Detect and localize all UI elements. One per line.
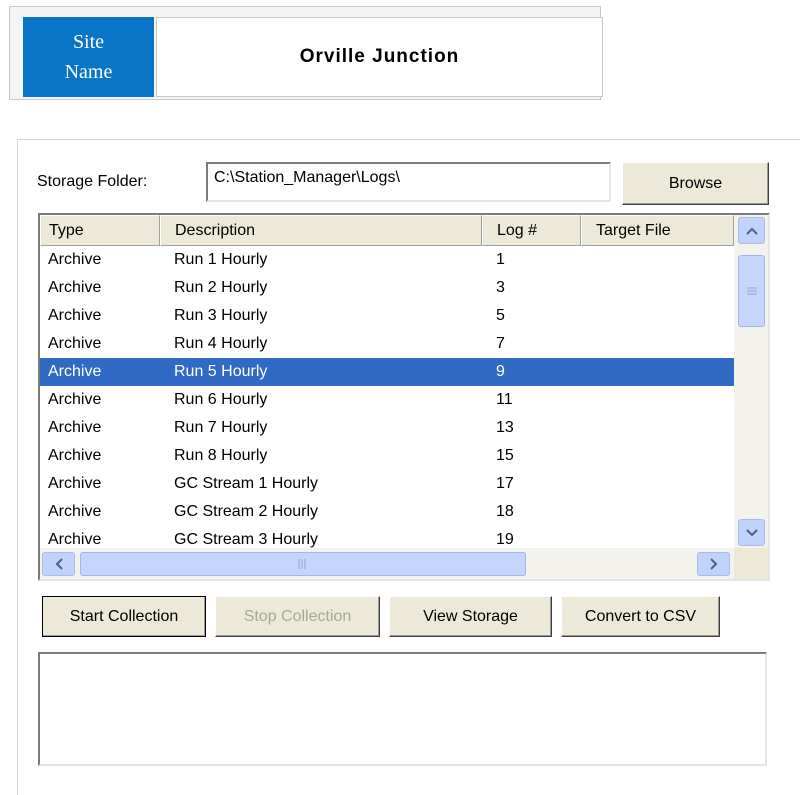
cell-description: Run 5 Hourly xyxy=(174,363,268,380)
cell-log-number: 17 xyxy=(496,475,514,492)
cell-target-file xyxy=(581,442,734,470)
scroll-down-arrow-icon[interactable] xyxy=(738,519,765,546)
table-row[interactable]: Archive Run 1 Hourly 1 xyxy=(40,246,734,274)
scroll-left-arrow-icon[interactable] xyxy=(42,552,75,576)
site-name-label: Site Name xyxy=(23,17,154,97)
stop-collection-button: Stop Collection xyxy=(215,596,380,637)
column-header-target-file[interactable]: Target File xyxy=(581,215,734,246)
vertical-scroll-thumb[interactable] xyxy=(738,255,765,327)
cell-log-number: 19 xyxy=(496,531,514,548)
cell-type: Archive xyxy=(48,419,102,436)
table-row[interactable]: Archive Run 7 Hourly 13 xyxy=(40,414,734,442)
cell-target-file xyxy=(581,274,734,302)
table-row[interactable]: Archive Run 2 Hourly 3 xyxy=(40,274,734,302)
cell-log-number: 1 xyxy=(496,251,505,268)
cell-target-file xyxy=(581,386,734,414)
column-header-description[interactable]: Description xyxy=(160,215,482,246)
cell-log-number: 3 xyxy=(496,279,505,296)
cell-type: Archive xyxy=(48,531,102,548)
cell-target-file xyxy=(581,526,734,548)
list-rows: Archive Run 1 Hourly 1 Archive Run 2 Hourly 3… xyxy=(40,246,734,548)
storage-folder-input[interactable]: C:\Station_Manager\Logs\ xyxy=(206,162,611,202)
horizontal-scroll-thumb[interactable] xyxy=(80,552,526,576)
view-storage-button[interactable]: View Storage xyxy=(389,596,552,637)
cell-target-file xyxy=(581,414,734,442)
cell-log-number: 18 xyxy=(496,503,514,520)
cell-description: Run 2 Hourly xyxy=(174,279,268,296)
scroll-up-arrow-icon[interactable] xyxy=(738,217,765,244)
scrollbar-corner xyxy=(734,548,768,579)
cell-log-number: 13 xyxy=(496,419,514,436)
cell-target-file xyxy=(581,498,734,526)
cell-target-file xyxy=(581,330,734,358)
cell-type: Archive xyxy=(48,391,102,408)
cell-target-file xyxy=(581,246,734,274)
cell-description: Run 3 Hourly xyxy=(174,307,268,324)
cell-type: Archive xyxy=(48,475,102,492)
cell-description: Run 7 Hourly xyxy=(174,419,268,436)
cell-type: Archive xyxy=(48,251,102,268)
cell-description: GC Stream 3 Hourly xyxy=(174,531,319,548)
table-row[interactable]: Archive GC Stream 1 Hourly 17 xyxy=(40,470,734,498)
table-row[interactable]: Archive Run 3 Hourly 5 xyxy=(40,302,734,330)
cell-target-file xyxy=(581,358,734,386)
cell-type: Archive xyxy=(48,363,102,380)
cell-log-number: 15 xyxy=(496,447,514,464)
table-row[interactable]: Archive Run 6 Hourly 11 xyxy=(40,386,734,414)
cell-log-number: 5 xyxy=(496,307,505,324)
cell-target-file xyxy=(581,302,734,330)
log-list[interactable]: Type Description Log # Target File Archi… xyxy=(38,213,770,581)
table-row[interactable]: Archive GC Stream 3 Hourly 19 xyxy=(40,526,734,548)
status-output-area[interactable] xyxy=(38,652,767,766)
cell-type: Archive xyxy=(48,307,102,324)
table-row[interactable]: Archive Run 8 Hourly 15 xyxy=(40,442,734,470)
cell-description: GC Stream 1 Hourly xyxy=(174,475,319,492)
storage-folder-label: Storage Folder: xyxy=(37,173,148,190)
cell-log-number: 9 xyxy=(496,363,505,380)
cell-description: GC Stream 2 Hourly xyxy=(174,503,319,520)
cell-description: Run 1 Hourly xyxy=(174,251,268,268)
horizontal-scrollbar[interactable] xyxy=(40,548,734,579)
vertical-scrollbar[interactable] xyxy=(734,215,768,548)
site-header: Site Name Orville Junction xyxy=(9,6,603,100)
convert-to-csv-button[interactable]: Convert to CSV xyxy=(561,596,720,637)
cell-target-file xyxy=(581,470,734,498)
cell-type: Archive xyxy=(48,503,102,520)
table-row[interactable]: Archive Run 4 Hourly 7 xyxy=(40,330,734,358)
browse-button[interactable]: Browse xyxy=(622,162,769,205)
column-header-type[interactable]: Type xyxy=(40,215,160,246)
cell-log-number: 7 xyxy=(496,335,505,352)
cell-description: Run 4 Hourly xyxy=(174,335,268,352)
cell-log-number: 11 xyxy=(496,391,513,408)
column-header-log-number[interactable]: Log # xyxy=(482,215,581,246)
table-row[interactable]: Archive Run 5 Hourly 9 xyxy=(40,358,734,386)
scroll-right-arrow-icon[interactable] xyxy=(697,552,730,576)
list-header: Type Description Log # Target File xyxy=(40,215,734,246)
start-collection-button[interactable]: Start Collection xyxy=(42,596,206,637)
cell-type: Archive xyxy=(48,447,102,464)
cell-description: Run 8 Hourly xyxy=(174,447,268,464)
cell-type: Archive xyxy=(48,335,102,352)
site-name-value: Orville Junction xyxy=(156,17,603,97)
cell-description: Run 6 Hourly xyxy=(174,391,268,408)
table-row[interactable]: Archive GC Stream 2 Hourly 18 xyxy=(40,498,734,526)
cell-type: Archive xyxy=(48,279,102,296)
